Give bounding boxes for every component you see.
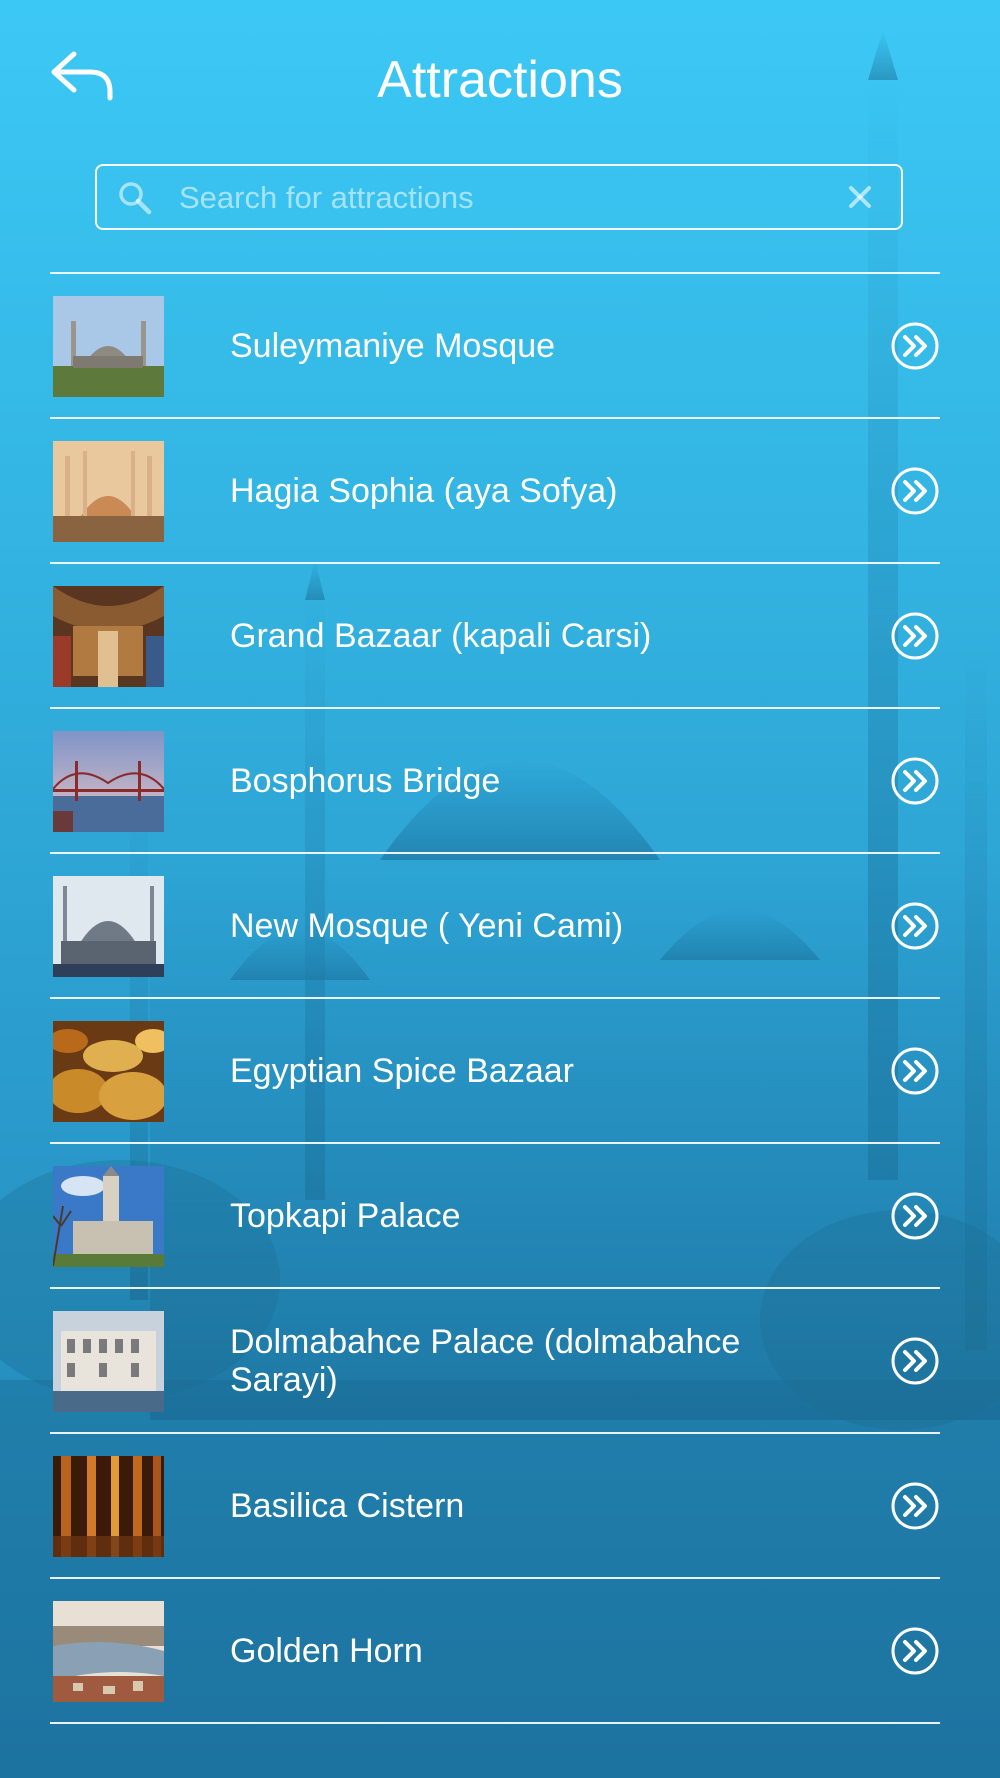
attraction-name: Grand Bazaar (kapali Carsi) [230, 616, 652, 655]
golden-horn-photo [53, 1601, 164, 1702]
chevron-right-circle-icon[interactable] [890, 756, 940, 806]
attraction-name: New Mosque ( Yeni Cami) [230, 906, 624, 945]
list-item[interactable]: Egyptian Spice Bazaar [50, 999, 940, 1142]
search-bar [95, 164, 903, 230]
list-divider [50, 1722, 940, 1724]
page-title: Attractions [377, 51, 623, 109]
chevron-right-circle-icon[interactable] [890, 1336, 940, 1386]
dolmabahce-photo [53, 1311, 164, 1412]
chevron-right-circle-icon[interactable] [890, 466, 940, 516]
chevron-right-circle-icon[interactable] [890, 1626, 940, 1676]
attraction-name: Topkapi Palace [230, 1196, 461, 1235]
attraction-name: Golden Horn [230, 1631, 423, 1670]
chevron-right-circle-icon[interactable] [890, 1481, 940, 1531]
attraction-name: Basilica Cistern [230, 1486, 465, 1525]
chevron-right-circle-icon[interactable] [890, 321, 940, 371]
attraction-name: Dolmabahce Palace (dolmabahce Sarayi) [230, 1322, 741, 1399]
list-item[interactable]: Hagia Sophia (aya Sofya) [50, 419, 940, 562]
chevron-right-circle-icon[interactable] [890, 901, 940, 951]
attractions-list: Suleymaniye Mosque Hagia Sophia (aya Sof… [50, 272, 940, 1724]
magnifier-icon [119, 182, 152, 215]
bazaar-photo [53, 586, 164, 687]
mosque-photo [53, 296, 164, 397]
hagia-sophia-photo [53, 441, 164, 542]
palace-photo [53, 1166, 164, 1267]
chevron-right-circle-icon[interactable] [890, 1191, 940, 1241]
cistern-photo [53, 1456, 164, 1557]
close-x-icon[interactable] [845, 182, 875, 212]
list-item[interactable]: Basilica Cistern [50, 1434, 940, 1577]
chevron-right-circle-icon[interactable] [890, 1046, 940, 1096]
spice-bazaar-photo [53, 1021, 164, 1122]
attraction-name: Egyptian Spice Bazaar [230, 1051, 574, 1090]
attraction-name: Hagia Sophia (aya Sofya) [230, 471, 618, 510]
chevron-right-circle-icon[interactable] [890, 611, 940, 661]
attraction-name: Suleymaniye Mosque [230, 326, 556, 365]
attraction-name: Bosphorus Bridge [230, 761, 501, 800]
list-item[interactable]: Golden Horn [50, 1579, 940, 1722]
list-item[interactable]: Topkapi Palace [50, 1144, 940, 1287]
new-mosque-photo [53, 876, 164, 977]
list-item[interactable]: New Mosque ( Yeni Cami) [50, 854, 940, 997]
bridge-photo [53, 731, 164, 832]
list-item[interactable]: Dolmabahce Palace (dolmabahce Sarayi) [50, 1289, 940, 1432]
list-item[interactable]: Bosphorus Bridge [50, 709, 940, 852]
list-item[interactable]: Suleymaniye Mosque [50, 274, 940, 417]
top-bar: Attractions [0, 0, 1000, 160]
list-item[interactable]: Grand Bazaar (kapali Carsi) [50, 564, 940, 707]
search-input[interactable] [177, 174, 821, 222]
